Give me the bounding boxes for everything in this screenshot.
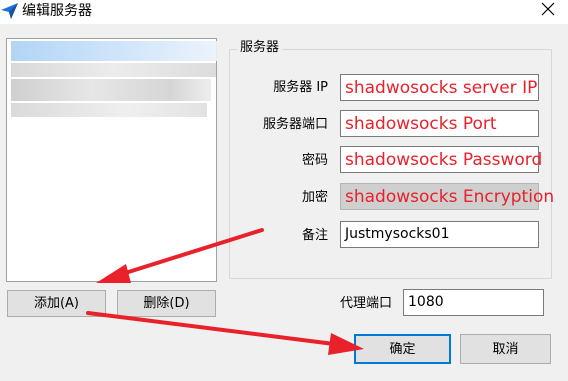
password-input[interactable]: shadowsocks Password (340, 146, 543, 173)
proxy-port-label: 代理端口 (339, 296, 392, 311)
server-list[interactable] (6, 38, 217, 282)
title-bar: 编辑服务器 (0, 0, 568, 24)
list-item[interactable] (11, 63, 216, 77)
proxy-port-value: 1080 (408, 294, 444, 310)
encryption-label: 加密 (301, 190, 328, 205)
encryption-value: shadowsocks Encryption (345, 187, 555, 207)
server-port-input[interactable]: shadowsocks Port (340, 110, 539, 137)
server-ip-label: 服务器 IP (273, 80, 328, 95)
encryption-select[interactable]: shadowsocks Encryption (340, 183, 554, 210)
list-item[interactable] (11, 103, 207, 117)
server-ip-value: shadwosocks server IP (345, 78, 538, 98)
close-icon (541, 2, 555, 16)
cancel-button-label: 取消 (492, 342, 519, 357)
password-label: 密码 (301, 153, 328, 168)
server-group-title: 服务器 (237, 40, 283, 56)
delete-button[interactable]: 删除(D) (117, 290, 216, 317)
ok-button-label: 确定 (389, 342, 416, 357)
proxy-port-input[interactable]: 1080 (403, 289, 544, 316)
server-port-value: shadowsocks Port (345, 114, 497, 134)
ok-button[interactable]: 确定 (354, 334, 451, 364)
arrow-to-ok-button (86, 311, 336, 346)
list-item[interactable] (11, 41, 217, 61)
remarks-input[interactable]: Justmysocks01 (340, 221, 539, 248)
password-value: shadowsocks Password (345, 150, 543, 170)
delete-button-label: 删除(D) (143, 296, 190, 311)
list-item[interactable] (11, 79, 211, 101)
add-button[interactable]: 添加(A) (7, 290, 106, 317)
add-button-label: 添加(A) (33, 296, 80, 311)
server-ip-input[interactable]: shadwosocks server IP (340, 74, 539, 101)
server-port-label: 服务器端口 (262, 117, 328, 132)
window-title: 编辑服务器 (22, 3, 92, 19)
remarks-value: Justmysocks01 (345, 226, 450, 242)
cancel-button[interactable]: 取消 (460, 334, 551, 364)
paper-plane-icon (0, 1, 20, 21)
remarks-label: 备注 (301, 228, 328, 243)
close-button[interactable] (530, 0, 564, 22)
